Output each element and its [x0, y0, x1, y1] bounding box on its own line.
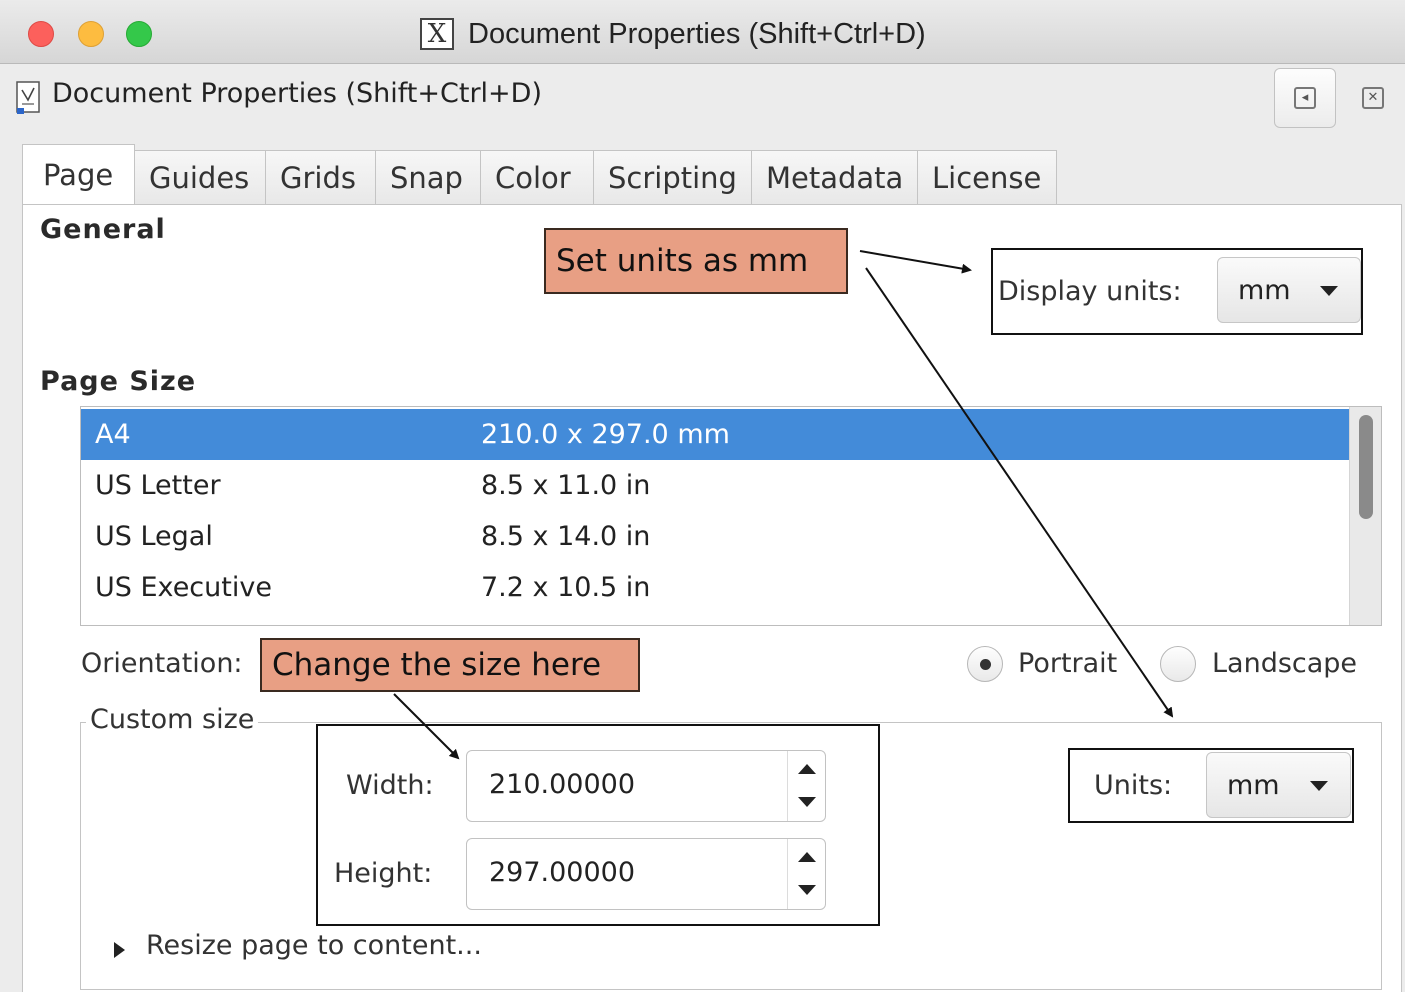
page-size-list: A4 210.0 x 297.0 mm US Letter 8.5 x 11.0… [80, 406, 1382, 626]
height-label: Height: [334, 858, 433, 889]
window-titlebar: X Document Properties (Shift+Ctrl+D) [0, 0, 1405, 64]
page-size-dimensions: 8.5 x 11.0 in [481, 470, 651, 501]
custom-size-legend: Custom size [86, 704, 259, 735]
orientation-label: Orientation: [81, 648, 243, 679]
tab-metadata[interactable]: Metadata [752, 150, 918, 204]
increment-icon[interactable] [798, 852, 816, 862]
page-size-name: US Executive [95, 572, 272, 603]
dialog-title: Document Properties (Shift+Ctrl+D) [52, 78, 543, 109]
page-size-dimensions: 7.2 x 10.5 in [481, 572, 651, 603]
tab-license[interactable]: License [918, 150, 1057, 204]
units-value: mm [1227, 769, 1280, 801]
portrait-radio[interactable] [967, 646, 1003, 682]
close-icon: ✕ [1362, 87, 1384, 109]
tab-snap[interactable]: Snap [376, 150, 481, 204]
width-label: Width: [346, 770, 434, 801]
list-item[interactable]: A4 210.0 x 297.0 mm [81, 409, 1349, 460]
arrow-left-icon: ◂ [1294, 87, 1316, 109]
portrait-label[interactable]: Portrait [1018, 648, 1117, 679]
list-scrollbar[interactable] [1349, 407, 1381, 625]
close-window-button[interactable] [28, 21, 54, 47]
list-item[interactable]: US Legal 8.5 x 14.0 in [81, 511, 1349, 562]
width-value[interactable]: 210.00000 [489, 769, 635, 800]
list-item[interactable]: US Letter 8.5 x 11.0 in [81, 460, 1349, 511]
tab-grids[interactable]: Grids [266, 150, 376, 204]
display-units-label: Display units: [998, 276, 1182, 307]
tab-bar: Page Guides Grids Snap Color Scripting M… [22, 144, 1057, 204]
minimize-window-button[interactable] [78, 21, 104, 47]
units-label: Units: [1094, 770, 1173, 801]
units-combo[interactable]: mm [1206, 752, 1351, 818]
display-units-combo[interactable]: mm [1217, 257, 1361, 323]
increment-icon[interactable] [798, 764, 816, 774]
units-callout: Set units as mm [544, 228, 848, 294]
page-size-name: US Legal [95, 521, 213, 552]
window-title: Document Properties (Shift+Ctrl+D) [468, 17, 926, 50]
tab-page[interactable]: Page [22, 144, 135, 204]
chevron-down-icon [1310, 781, 1328, 791]
x11-icon: X [420, 18, 454, 50]
width-spinbox[interactable]: 210.00000 [466, 750, 826, 822]
expander-arrow-icon[interactable] [114, 942, 125, 958]
page-size-heading: Page Size [40, 366, 197, 397]
page-size-name: A4 [95, 419, 131, 450]
height-value[interactable]: 297.00000 [489, 857, 635, 888]
close-dialog-button[interactable]: ✕ [1344, 68, 1402, 128]
landscape-label[interactable]: Landscape [1212, 648, 1357, 679]
page-size-name: US Letter [95, 470, 221, 501]
display-units-value: mm [1238, 274, 1291, 306]
decrement-icon[interactable] [798, 885, 816, 895]
zoom-window-button[interactable] [126, 21, 152, 47]
page-size-dimensions: 210.0 x 297.0 mm [481, 419, 730, 450]
landscape-radio[interactable] [1160, 646, 1196, 682]
tab-color[interactable]: Color [481, 150, 594, 204]
decrement-icon[interactable] [798, 797, 816, 807]
width-stepper[interactable] [787, 751, 825, 821]
height-stepper[interactable] [787, 839, 825, 909]
size-callout: Change the size here [260, 638, 640, 692]
resize-to-content-expander[interactable]: Resize page to content... [146, 930, 482, 961]
chevron-down-icon [1320, 286, 1338, 296]
window-title-group: X Document Properties (Shift+Ctrl+D) [420, 14, 926, 54]
height-spinbox[interactable]: 297.00000 [466, 838, 826, 910]
scrollbar-thumb[interactable] [1359, 415, 1373, 519]
general-heading: General [40, 214, 166, 245]
tab-scripting[interactable]: Scripting [594, 150, 752, 204]
document-properties-icon [16, 81, 40, 114]
tab-guides[interactable]: Guides [135, 150, 266, 204]
page-size-dimensions: 8.5 x 14.0 in [481, 521, 651, 552]
iconify-dialog-button[interactable]: ◂ [1274, 68, 1336, 128]
list-item[interactable]: US Executive 7.2 x 10.5 in [81, 562, 1349, 613]
